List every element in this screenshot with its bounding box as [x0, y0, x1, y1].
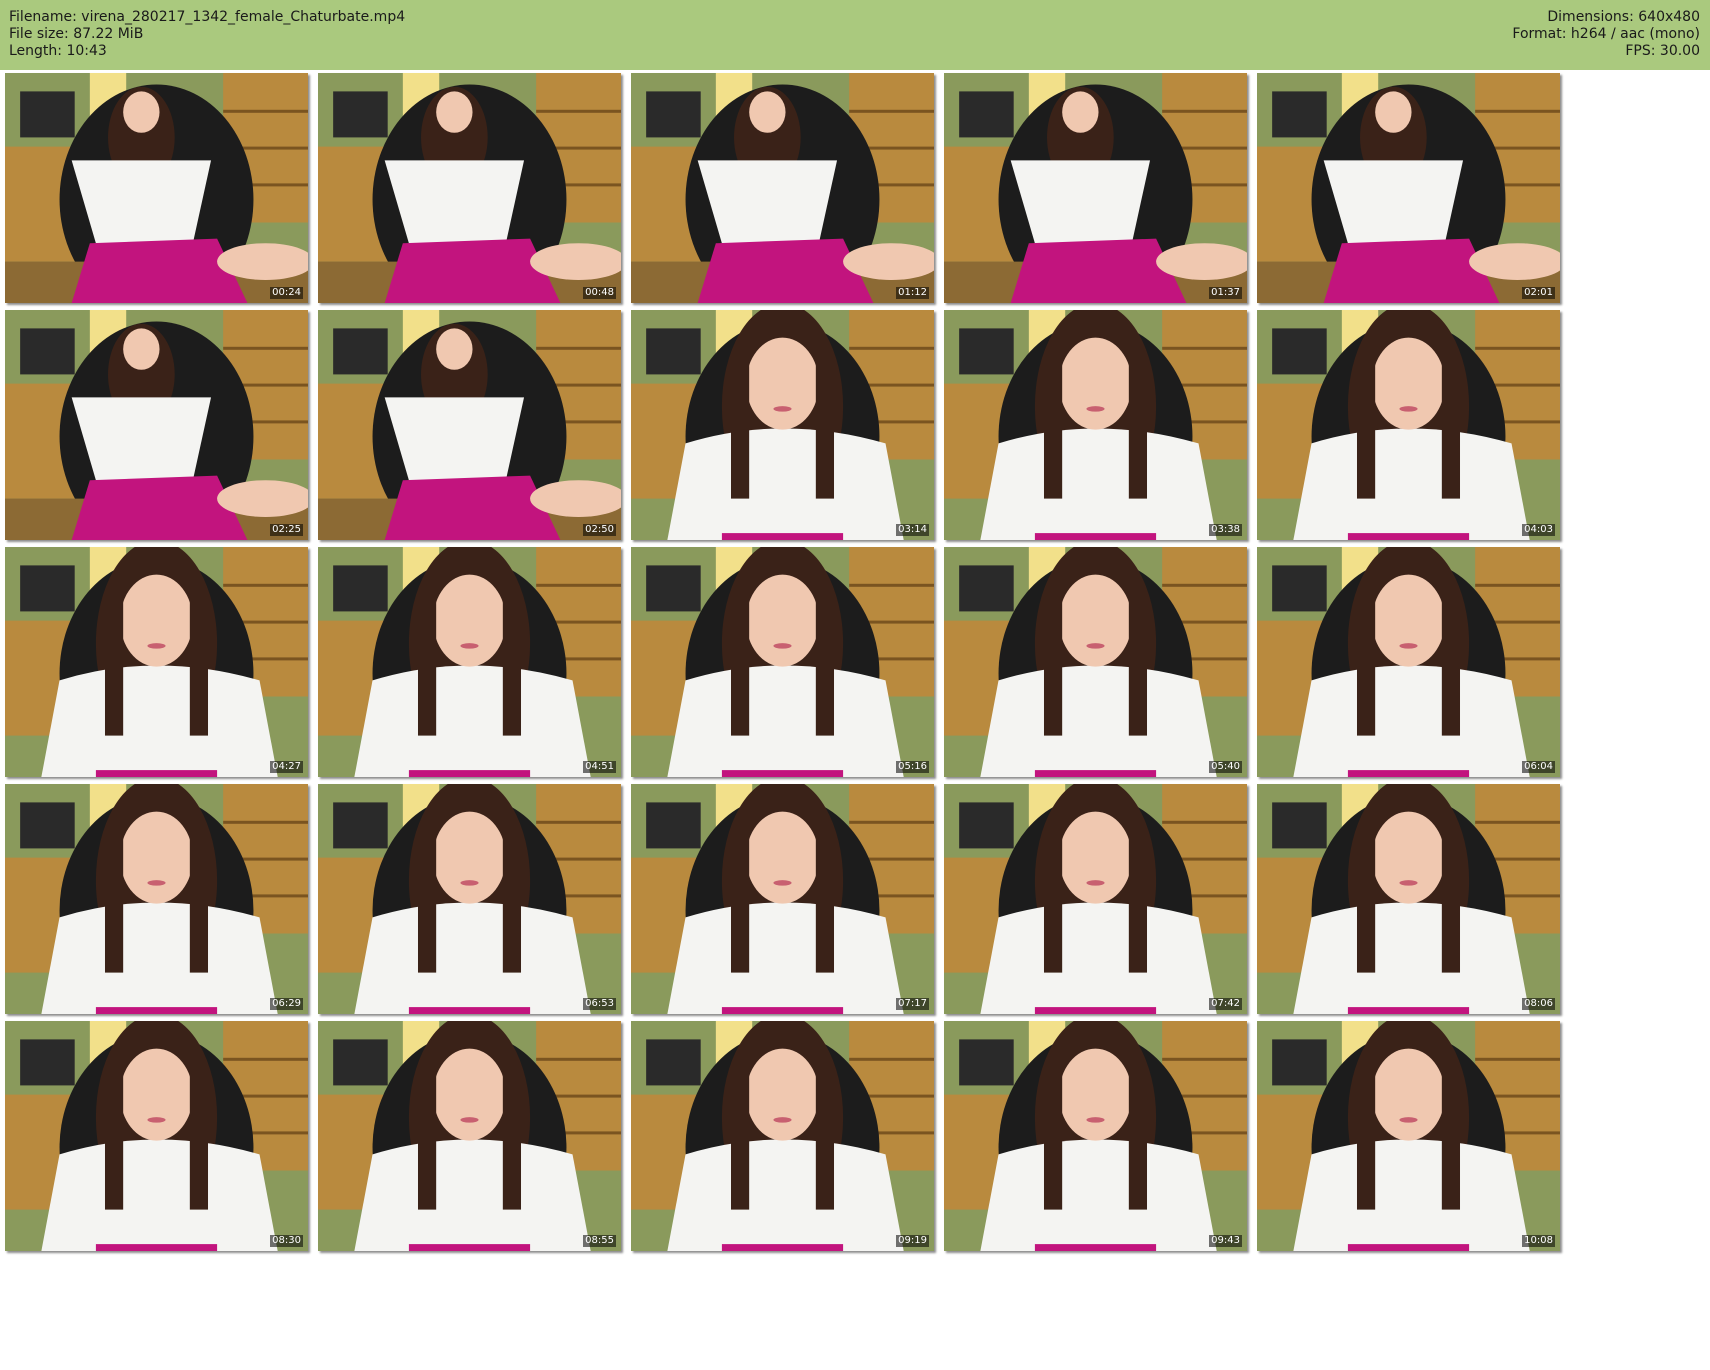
frame-timestamp: 09:43 — [1209, 1235, 1242, 1247]
frame-image — [1257, 73, 1560, 303]
frame-image — [5, 784, 308, 1014]
frame-image — [1257, 547, 1560, 777]
frame-timestamp: 02:25 — [270, 524, 303, 536]
frame-image — [1257, 784, 1560, 1014]
video-thumbnail: 04:27 — [5, 547, 308, 777]
frame-timestamp: 01:12 — [896, 287, 929, 299]
video-thumbnail: 00:24 — [5, 73, 308, 303]
frame-timestamp: 06:04 — [1522, 761, 1555, 773]
frame-timestamp: 08:55 — [583, 1235, 616, 1247]
video-thumbnail: 07:42 — [944, 784, 1247, 1014]
video-thumbnail: 03:38 — [944, 310, 1247, 540]
video-thumbnail: 08:30 — [5, 1021, 308, 1251]
video-thumbnail: 02:25 — [5, 310, 308, 540]
dimensions-text: Dimensions: 640x480 — [1547, 9, 1700, 25]
video-thumbnail: 06:53 — [318, 784, 621, 1014]
frame-timestamp: 05:16 — [896, 761, 929, 773]
video-thumbnail: 01:12 — [631, 73, 934, 303]
frame-image — [944, 73, 1247, 303]
frame-image — [944, 784, 1247, 1014]
filename-text: Filename: virena_280217_1342_female_Chat… — [9, 9, 406, 25]
video-thumbnail: 07:17 — [631, 784, 934, 1014]
frame-image — [5, 310, 308, 540]
frame-image — [944, 310, 1247, 540]
video-thumbnail: 09:19 — [631, 1021, 934, 1251]
video-thumbnail: 06:04 — [1257, 547, 1560, 777]
video-thumbnail: 04:03 — [1257, 310, 1560, 540]
frame-timestamp: 02:50 — [583, 524, 616, 536]
video-thumbnail: 00:48 — [318, 73, 621, 303]
frame-image — [631, 784, 934, 1014]
frame-image — [1257, 310, 1560, 540]
frame-image — [318, 310, 621, 540]
frame-image — [631, 547, 934, 777]
video-thumbnail: 05:16 — [631, 547, 934, 777]
frame-timestamp: 05:40 — [1209, 761, 1242, 773]
frame-image — [631, 1021, 934, 1251]
frame-timestamp: 09:19 — [896, 1235, 929, 1247]
video-thumbnail: 09:43 — [944, 1021, 1247, 1251]
frame-timestamp: 00:48 — [583, 287, 616, 299]
frame-timestamp: 08:30 — [270, 1235, 303, 1247]
frame-image — [5, 73, 308, 303]
video-thumbnail: 10:08 — [1257, 1021, 1560, 1251]
format-text: Format: h264 / aac (mono) — [1512, 26, 1700, 42]
frame-image — [631, 310, 934, 540]
frame-timestamp: 03:38 — [1209, 524, 1242, 536]
frame-timestamp: 06:53 — [583, 998, 616, 1010]
frame-timestamp: 01:37 — [1209, 287, 1242, 299]
file-info-left: Filename: virena_280217_1342_female_Chat… — [9, 9, 405, 60]
video-thumbnail: 08:55 — [318, 1021, 621, 1251]
frame-timestamp: 04:27 — [270, 761, 303, 773]
video-thumbnail: 02:01 — [1257, 73, 1560, 303]
frame-timestamp: 02:01 — [1522, 287, 1555, 299]
frame-image — [5, 1021, 308, 1251]
filesize-text: File size: 87.22 MiB — [9, 26, 144, 42]
frame-timestamp: 00:24 — [270, 287, 303, 299]
video-thumbnail: 05:40 — [944, 547, 1247, 777]
video-thumbnail: 08:06 — [1257, 784, 1560, 1014]
frame-image — [944, 1021, 1247, 1251]
frame-image — [318, 73, 621, 303]
info-header: Filename: virena_280217_1342_female_Chat… — [0, 0, 1710, 70]
frame-timestamp: 07:42 — [1209, 998, 1242, 1010]
video-thumbnail: 02:50 — [318, 310, 621, 540]
length-text: Length: 10:43 — [9, 43, 107, 59]
video-thumbnail: 03:14 — [631, 310, 934, 540]
video-thumbnail: 06:29 — [5, 784, 308, 1014]
frame-image — [944, 547, 1247, 777]
video-thumbnail: 04:51 — [318, 547, 621, 777]
frame-timestamp: 08:06 — [1522, 998, 1555, 1010]
frame-image — [318, 1021, 621, 1251]
frame-image — [5, 547, 308, 777]
frame-image — [318, 547, 621, 777]
frame-timestamp: 10:08 — [1522, 1235, 1555, 1247]
frame-image — [631, 73, 934, 303]
frame-image — [318, 784, 621, 1014]
frame-image — [1257, 1021, 1560, 1251]
frame-timestamp: 07:17 — [896, 998, 929, 1010]
video-thumbnail: 01:37 — [944, 73, 1247, 303]
fps-text: FPS: 30.00 — [1625, 43, 1700, 59]
thumbnail-grid: 00:24 00:48 01:12 01:37 02:01 02:25 02:50 03:14… — [0, 70, 1710, 1370]
frame-timestamp: 03:14 — [896, 524, 929, 536]
frame-timestamp: 04:51 — [583, 761, 616, 773]
frame-timestamp: 04:03 — [1522, 524, 1555, 536]
file-info-right: Dimensions: 640x480 Format: h264 / aac (… — [1512, 9, 1700, 60]
frame-timestamp: 06:29 — [270, 998, 303, 1010]
